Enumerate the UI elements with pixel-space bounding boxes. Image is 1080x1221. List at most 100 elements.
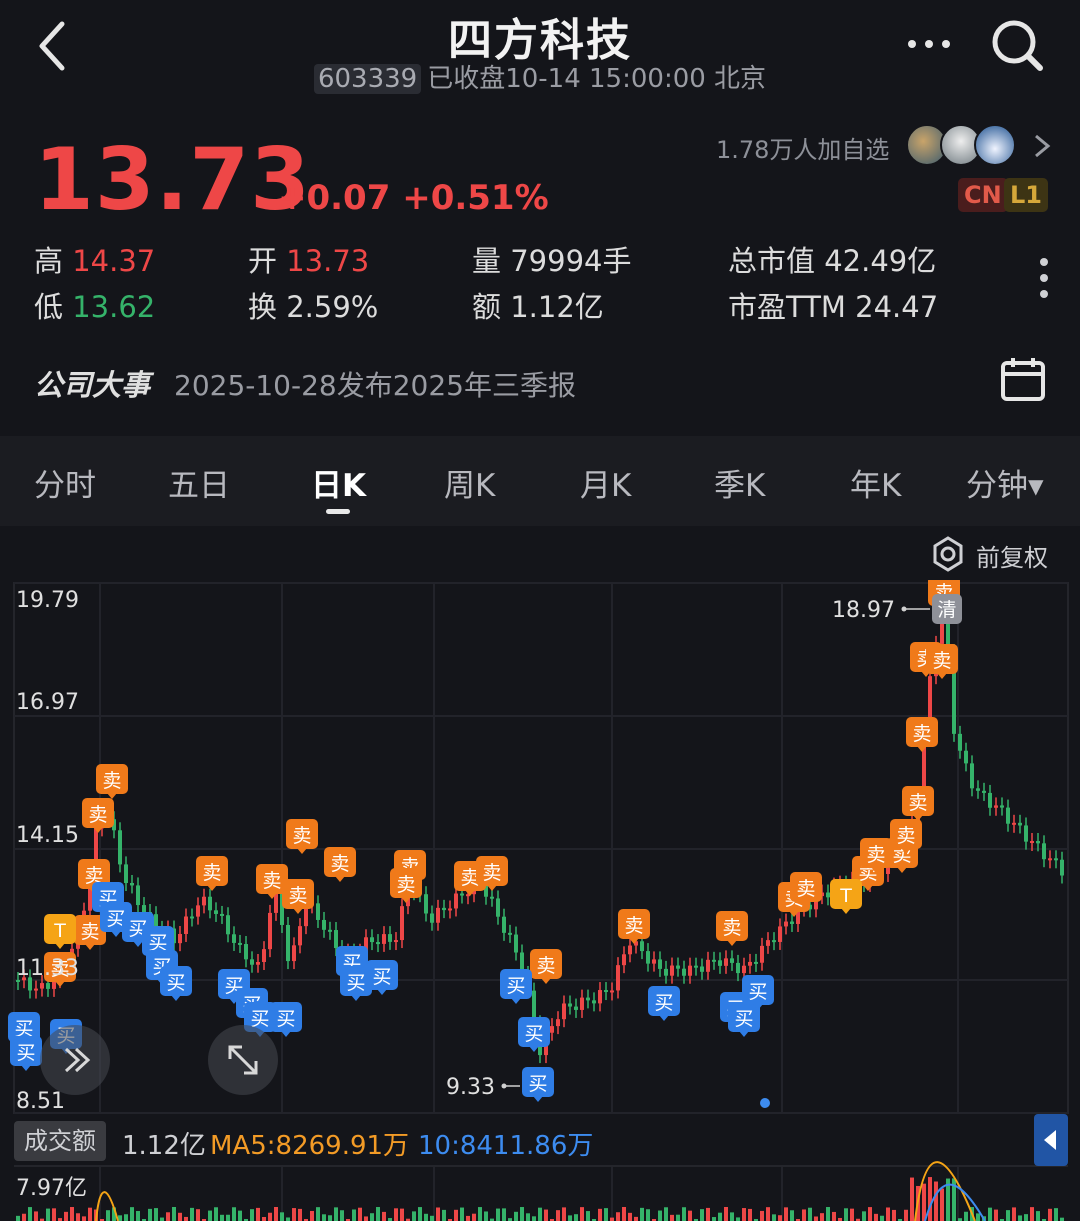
buy-marker: 买 [728, 1002, 760, 1037]
sell-marker-text: 卖 [624, 915, 643, 937]
buy-marker-pointer [133, 941, 143, 947]
sell-marker: 卖 [530, 949, 562, 984]
sell-marker-text: 卖 [202, 862, 221, 884]
company-events-text[interactable]: 2025-10-28发布2025年三季报 [174, 364, 576, 404]
more-options-icon[interactable] [904, 22, 954, 62]
watchlist-count[interactable]: 1.78万人加自选 [716, 130, 889, 165]
y-axis-label: 14.15 [16, 823, 79, 848]
volume-bar [382, 1211, 386, 1221]
candle-body [442, 907, 446, 911]
volume-bar [310, 1210, 314, 1221]
candle-body [742, 965, 746, 974]
scroll-forward-button[interactable] [40, 1025, 110, 1095]
buy-marker-pointer [739, 1031, 749, 1037]
volume-bar [616, 1212, 620, 1221]
buy-marker: 买 [366, 960, 398, 995]
y-axis-label: 16.97 [16, 690, 79, 715]
volume-bar [1006, 1210, 1010, 1221]
volume-bar [934, 1181, 938, 1221]
candle-body [196, 905, 200, 917]
candle-body [46, 983, 50, 989]
double-chevron-right-icon [64, 1047, 91, 1073]
tab-five-day[interactable]: 五日 [168, 460, 230, 505]
volume-bar [586, 1211, 590, 1221]
volume-bar [436, 1207, 440, 1221]
candle-body [502, 916, 506, 933]
candle-body [700, 966, 704, 972]
volume-bar [742, 1208, 746, 1221]
tab-intraday[interactable]: 分时 [34, 460, 96, 505]
candle-body [388, 934, 392, 942]
candle-body [724, 958, 728, 966]
volume-bar [286, 1217, 290, 1221]
volume-bar [640, 1207, 644, 1221]
sell-marker-text: 卖 [896, 825, 915, 847]
candle-body [586, 997, 590, 1001]
volume-bar [820, 1213, 824, 1221]
settings-gear-icon[interactable] [930, 536, 966, 572]
candle-body [712, 959, 716, 962]
volume-bar [418, 1207, 422, 1221]
candle-body [940, 624, 944, 644]
candle-body [616, 965, 620, 991]
volume-bar [46, 1208, 50, 1221]
volume-bar [850, 1208, 854, 1221]
volume-bar [574, 1214, 578, 1221]
t-marker-pointer [55, 943, 65, 949]
volume-bar [208, 1210, 212, 1221]
volume-bar [580, 1207, 584, 1221]
volume-bar [1024, 1214, 1028, 1221]
candle-body [424, 894, 428, 914]
volume-bar [784, 1207, 788, 1221]
candle-body [244, 944, 248, 960]
tab-daily-k[interactable]: 日K [311, 460, 366, 505]
volume-metric-selector[interactable]: 成交额 [14, 1121, 106, 1161]
volume-bar [316, 1207, 320, 1221]
chevron-right-icon[interactable] [1030, 130, 1054, 162]
sell-marker-text: 卖 [288, 885, 307, 907]
volume-bar [82, 1216, 86, 1221]
buy-marker: 买 [742, 975, 774, 1010]
sell-marker-text: 卖 [80, 921, 99, 943]
sell-marker-text: 卖 [536, 955, 555, 977]
tab-yearly-k[interactable]: 年K [850, 460, 901, 505]
volume-bar [964, 1211, 968, 1221]
tab-quarterly-k[interactable]: 季K [714, 460, 765, 505]
collapse-panel-button[interactable] [1034, 1114, 1068, 1166]
candle-body [670, 965, 674, 976]
y-axis-label: 11.33 [16, 956, 79, 981]
tab-minute[interactable]: 分钟▾ [966, 460, 1044, 505]
volume-bar [226, 1214, 230, 1221]
active-tab-indicator [326, 509, 350, 514]
sell-marker: 卖 [790, 872, 822, 907]
volume-bar [826, 1207, 830, 1221]
sell-marker-text: 卖 [932, 650, 951, 672]
volume-bar [922, 1183, 926, 1221]
buy-marker-text: 买 [372, 966, 391, 988]
candle-body [262, 949, 266, 963]
sell-marker-text: 卖 [292, 825, 311, 847]
buy-marker: 买 [518, 1017, 550, 1052]
volume-bar [484, 1211, 488, 1221]
adjust-mode-label[interactable]: 前复权 [976, 538, 1048, 573]
tab-weekly-k[interactable]: 周K [444, 460, 495, 505]
candle-body [556, 1019, 560, 1027]
vertical-more-icon[interactable] [1032, 254, 1056, 304]
volume-bar [130, 1207, 134, 1221]
candle-body [628, 945, 632, 955]
candle-body [394, 940, 398, 943]
fullscreen-button[interactable] [208, 1025, 278, 1095]
volume-bar [604, 1208, 608, 1221]
sell-marker: 卖 [390, 868, 422, 903]
candle-body [1018, 822, 1022, 826]
calendar-icon[interactable] [1000, 356, 1046, 402]
candle-body [376, 942, 380, 945]
volume-bar [664, 1207, 668, 1221]
search-icon[interactable] [988, 16, 1048, 76]
candle-body [694, 965, 698, 968]
tab-monthly-k[interactable]: 月K [580, 460, 631, 505]
candle-body [508, 932, 512, 935]
candle-body [490, 896, 494, 899]
volume-bar [298, 1208, 302, 1221]
volume-bar [220, 1214, 224, 1221]
